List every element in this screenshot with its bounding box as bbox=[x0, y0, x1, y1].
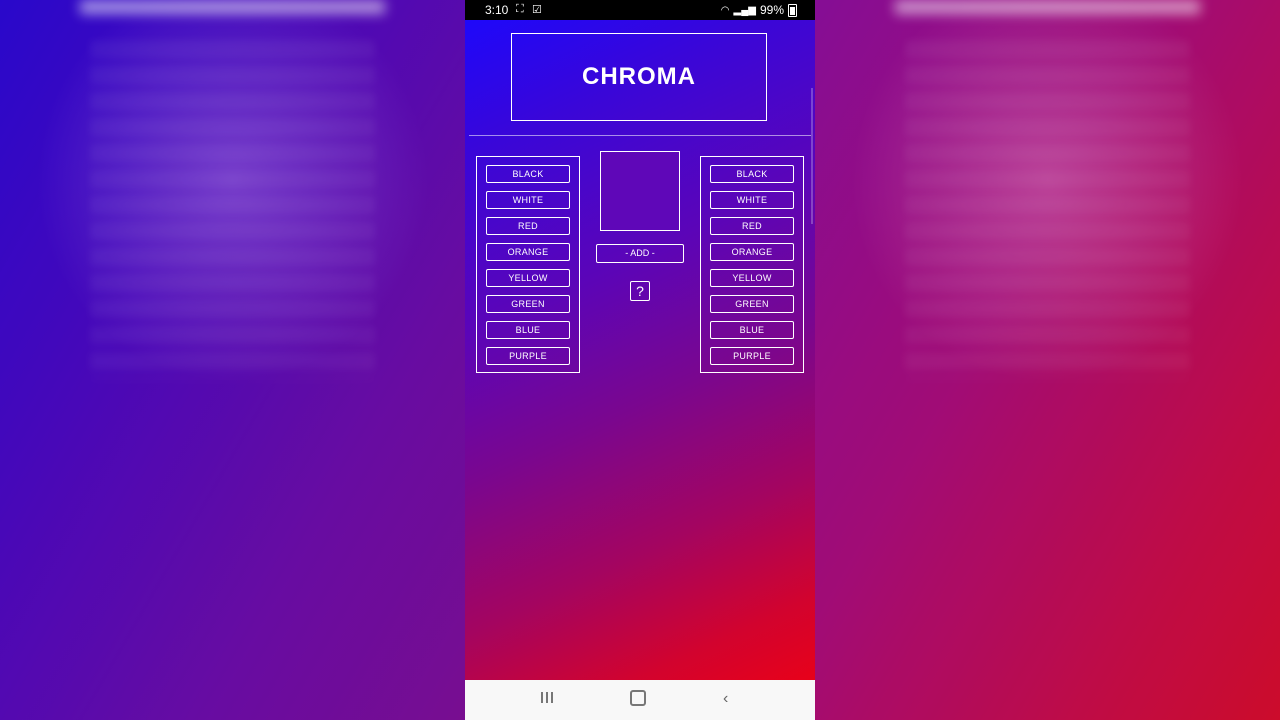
phone-screen: 3:10 ⛶ ☑ ◠ ▂▄▆ 99% CHROMA BLACK WHITE RE… bbox=[465, 0, 815, 720]
battery-icon bbox=[788, 3, 797, 17]
right-color-white-button[interactable]: WHITE bbox=[710, 191, 794, 209]
header-divider bbox=[469, 135, 811, 136]
recents-icon[interactable] bbox=[540, 690, 554, 709]
left-color-red-button[interactable]: RED bbox=[486, 217, 570, 235]
right-color-orange-button[interactable]: ORANGE bbox=[710, 243, 794, 261]
left-color-purple-button[interactable]: PURPLE bbox=[486, 347, 570, 365]
system-nav-bar: ‹ bbox=[465, 680, 815, 720]
color-preview bbox=[600, 151, 680, 231]
left-color-palette: BLACK WHITE RED ORANGE YELLOW GREEN BLUE… bbox=[476, 156, 580, 373]
right-color-yellow-button[interactable]: YELLOW bbox=[710, 269, 794, 287]
screenshot-icon: ⛶ bbox=[516, 3, 524, 15]
right-color-black-button[interactable]: BLACK bbox=[710, 165, 794, 183]
status-time: 3:10 bbox=[485, 3, 509, 17]
back-icon[interactable]: ‹ bbox=[723, 690, 728, 708]
left-color-blue-button[interactable]: BLUE bbox=[486, 321, 570, 339]
background-blur-left bbox=[0, 0, 465, 720]
app-title: CHROMA bbox=[511, 33, 767, 121]
add-button[interactable]: - ADD - bbox=[596, 244, 684, 263]
left-color-black-button[interactable]: BLACK bbox=[486, 165, 570, 183]
battery-percent: 99% bbox=[759, 3, 784, 17]
background-blur-right bbox=[815, 0, 1280, 720]
signal-icon: ▂▄▆ bbox=[733, 4, 756, 16]
help-button[interactable]: ? bbox=[630, 281, 650, 301]
status-right: ◠ ▂▄▆ 99% bbox=[721, 3, 797, 17]
left-color-yellow-button[interactable]: YELLOW bbox=[486, 269, 570, 287]
left-color-orange-button[interactable]: ORANGE bbox=[486, 243, 570, 261]
wifi-icon: ◠ bbox=[720, 4, 730, 16]
status-bar: 3:10 ⛶ ☑ ◠ ▂▄▆ 99% bbox=[465, 0, 815, 20]
blur-highlight bbox=[895, 0, 1200, 14]
check-icon: ☑ bbox=[532, 4, 542, 16]
right-color-palette: BLACK WHITE RED ORANGE YELLOW GREEN BLUE… bbox=[700, 156, 804, 373]
blur-rows bbox=[905, 40, 1190, 380]
right-color-red-button[interactable]: RED bbox=[710, 217, 794, 235]
right-color-purple-button[interactable]: PURPLE bbox=[710, 347, 794, 365]
right-color-green-button[interactable]: GREEN bbox=[710, 295, 794, 313]
left-color-white-button[interactable]: WHITE bbox=[486, 191, 570, 209]
blur-rows bbox=[90, 40, 375, 380]
right-color-blue-button[interactable]: BLUE bbox=[710, 321, 794, 339]
scrollbar[interactable] bbox=[811, 88, 813, 224]
left-color-green-button[interactable]: GREEN bbox=[486, 295, 570, 313]
home-icon[interactable] bbox=[630, 690, 646, 711]
blur-highlight bbox=[80, 0, 385, 14]
